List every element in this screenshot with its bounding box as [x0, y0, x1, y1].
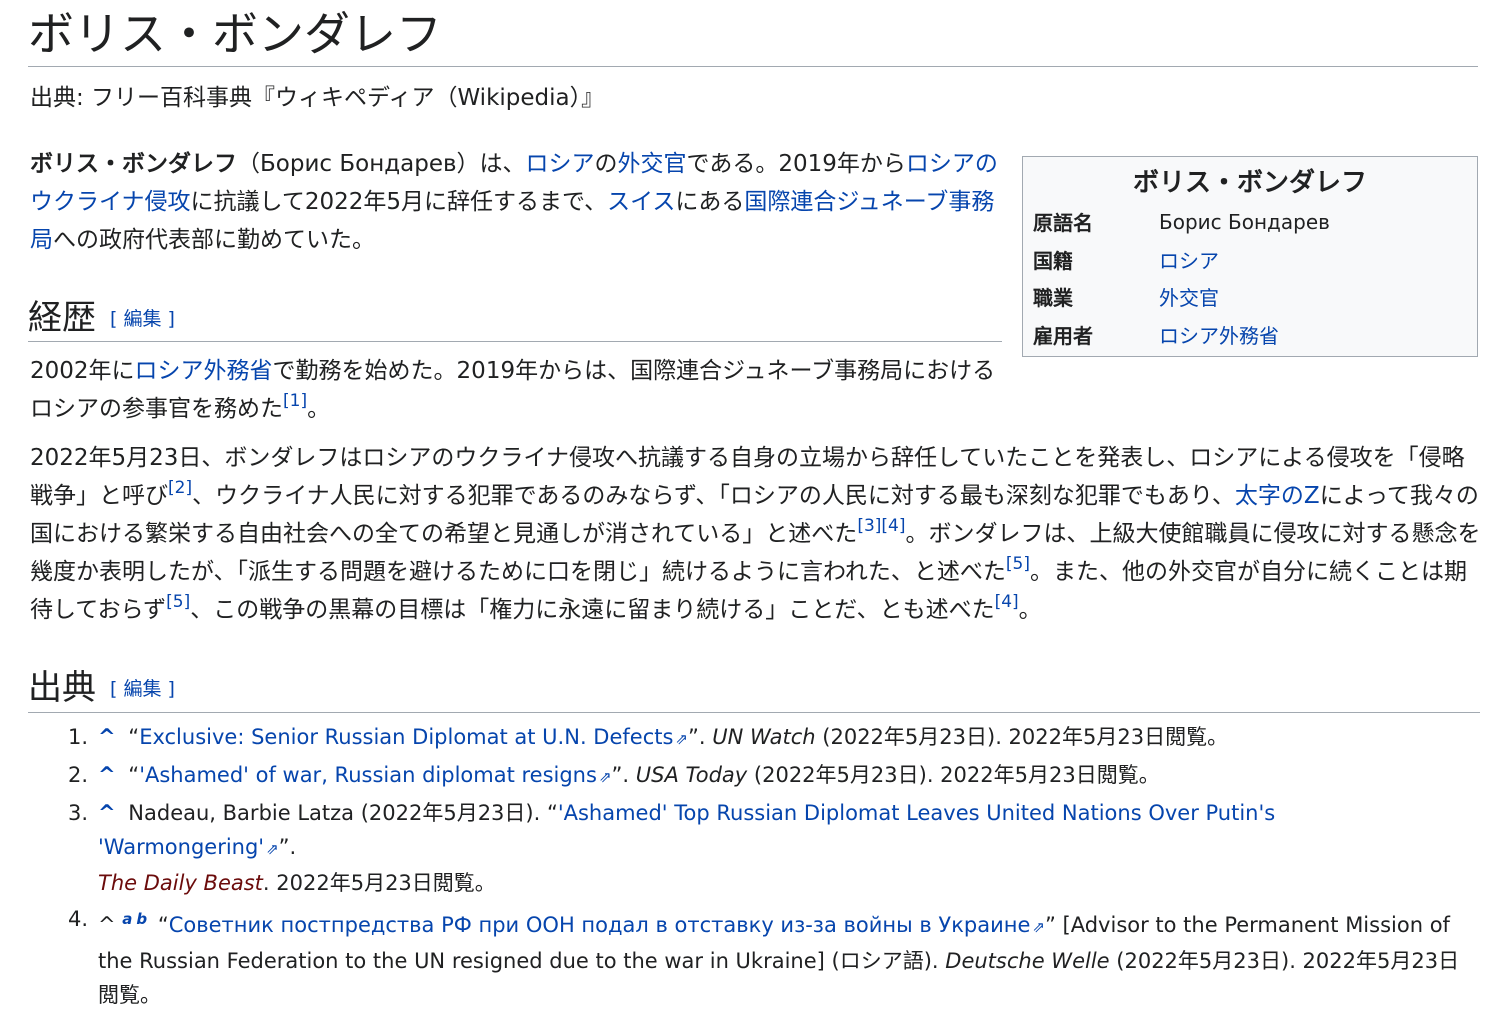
footnote-3[interactable]: [3] [857, 516, 881, 536]
infobox-row: 雇用者 ロシア外務省 [1031, 316, 1469, 354]
lead-text: にある [675, 189, 745, 215]
infobox-title: ボリス・ボンダレフ [1132, 168, 1367, 198]
reference-number: 3. [68, 801, 89, 825]
backlink-a[interactable]: a [122, 910, 132, 928]
paragraph-text: 。 [307, 396, 331, 422]
reference-item: 2. ^ “'Ashamed' of war, Russian diplomat… [30, 758, 1480, 794]
infobox-row: 国籍 ロシア [1031, 241, 1469, 279]
lead-bold-name: ボリス・ボンダレフ [30, 151, 237, 177]
infobox-value: Борис Бондарев [1159, 209, 1330, 234]
edit-link-history[interactable]: [ 編集 ] [110, 308, 175, 330]
infobox-row: 原語名 Борис Бондарев [1031, 203, 1469, 241]
reference-item: 1. ^ “Exclusive: Senior Russian Diplomat… [30, 720, 1480, 756]
lead-paragraph: ボリス・ボンダレフ（Борис Бондарев）は、ロシアの外交官である。20… [30, 145, 1002, 259]
reference-item: 4. ^ ab “Советник постпредства РФ при ОО… [30, 902, 1480, 1012]
reference-work: USA Today [635, 763, 748, 787]
footnote-5[interactable]: [5] [1006, 554, 1030, 574]
reference-text: (2022年5月23日). 2022年5月23日閲覧。 [753, 763, 1160, 787]
tagline: 出典: フリー百科事典『ウィキペディア（Wikipedia）』 [30, 85, 605, 111]
reference-text: . 2022年5月23日閲覧。 [262, 871, 496, 895]
external-link-icon: ⇗ [675, 730, 688, 748]
backlink-caret[interactable]: ^ [98, 725, 116, 749]
paragraph-text: 、この戦争の黒幕の目標は「権力に永遠に留まり続ける」ことだ、とも述べた [190, 597, 995, 623]
infobox-link-occupation[interactable]: 外交官 [1159, 286, 1219, 310]
infobox-row: 職業 外交官 [1031, 278, 1469, 316]
link-diplomat[interactable]: 外交官 [618, 151, 687, 177]
footnote-4[interactable]: [4] [995, 592, 1019, 612]
footnote-2[interactable]: [2] [168, 478, 192, 498]
reference-text: “ [128, 725, 140, 749]
link-switzerland[interactable]: スイス [607, 189, 675, 215]
reference-text: “ [128, 763, 140, 787]
reference-item: 3. ^ Nadeau, Barbie Latza (2022年5月23日). … [30, 796, 1480, 900]
paragraph-text: 2002年に [30, 358, 135, 384]
history-paragraph-1: 2002年にロシア外務省で勤務を始めた。2019年からは、国際連合ジュネーブ事務… [30, 352, 1002, 428]
section-title: 経歴 [28, 298, 96, 338]
reference-text: “ [157, 913, 169, 937]
external-link-icon: ⇗ [266, 840, 279, 858]
infobox-key: 国籍 [1033, 248, 1073, 273]
reference-link[interactable]: Exclusive: Senior Russian Diplomat at U.… [139, 725, 673, 749]
footnote-1[interactable]: [1] [283, 391, 307, 411]
backlink-b[interactable]: b [136, 910, 147, 928]
reference-number: 1. [68, 725, 89, 749]
link-mfa[interactable]: ロシア外務省 [135, 358, 273, 384]
lead-text: である。2019年から [686, 151, 906, 177]
section-heading-sources: 出典 [ 編集 ] [28, 666, 1480, 713]
footnote-4[interactable]: [4] [881, 516, 905, 536]
section-title: 出典 [28, 668, 96, 708]
reference-text: ”. [278, 835, 297, 859]
reference-work: Deutsche Welle [945, 949, 1110, 973]
reference-number: 2. [68, 763, 89, 787]
footnote-5[interactable]: [5] [166, 592, 190, 612]
reference-text: ”. [611, 763, 630, 787]
reference-link[interactable]: Советник постпредства РФ при ООН подал в… [169, 913, 1031, 937]
lead-text: の [594, 151, 618, 177]
backlink-caret[interactable]: ^ [98, 763, 116, 787]
paragraph-text: 。 [1018, 597, 1042, 623]
lead-text: に抗議して2022年5月に辞任するまで、 [190, 189, 608, 215]
reference-work[interactable]: The Daily Beast [98, 871, 263, 895]
infobox: ボリス・ボンダレフ 原語名 Борис Бондарев 国籍 ロシア 職業 外… [1022, 156, 1478, 357]
reference-text: Nadeau, Barbie Latza (2022年5月23日). “ [128, 801, 558, 825]
external-link-icon: ⇗ [598, 768, 612, 786]
lead-text: （Борис Бондарев）は、 [237, 151, 526, 177]
infobox-key: 原語名 [1033, 211, 1093, 236]
reference-number: 4. [68, 907, 89, 931]
backlink-caret: ^ [98, 913, 116, 937]
references-list: 1. ^ “Exclusive: Senior Russian Diplomat… [30, 720, 1480, 1014]
page-title: ボリス・ボンダレフ [28, 4, 1478, 67]
external-link-icon: ⇗ [1032, 918, 1045, 936]
reference-work: UN Watch [712, 725, 816, 749]
backlink-caret[interactable]: ^ [98, 801, 116, 825]
lead-text: への政府代表部に勤めていた。 [53, 227, 375, 253]
link-z-symbol[interactable]: 太字のZ [1235, 483, 1320, 509]
infobox-link-employer[interactable]: ロシア外務省 [1159, 324, 1279, 348]
history-paragraph-2: 2022年5月23日、ボンダレフはロシアのウクライナ侵攻へ抗議する自身の立場から… [30, 439, 1482, 629]
edit-link-sources[interactable]: [ 編集 ] [110, 678, 175, 700]
reference-text: ”. [688, 725, 706, 749]
section-heading-history: 経歴 [ 編集 ] [28, 296, 1002, 342]
reference-link[interactable]: 'Ashamed' of war, Russian diplomat resig… [139, 763, 597, 787]
infobox-key: 職業 [1033, 286, 1073, 311]
infobox-key: 雇用者 [1033, 323, 1093, 348]
paragraph-text: 、ウクライナ人民に対する犯罪であるのみならず、「ロシアの人民に対する最も深刻な犯… [192, 483, 1235, 509]
link-russia[interactable]: ロシア [526, 151, 595, 177]
infobox-link-nationality[interactable]: ロシア [1159, 249, 1219, 273]
reference-text: (2022年5月23日). 2022年5月23日閲覧。 [822, 725, 1229, 749]
